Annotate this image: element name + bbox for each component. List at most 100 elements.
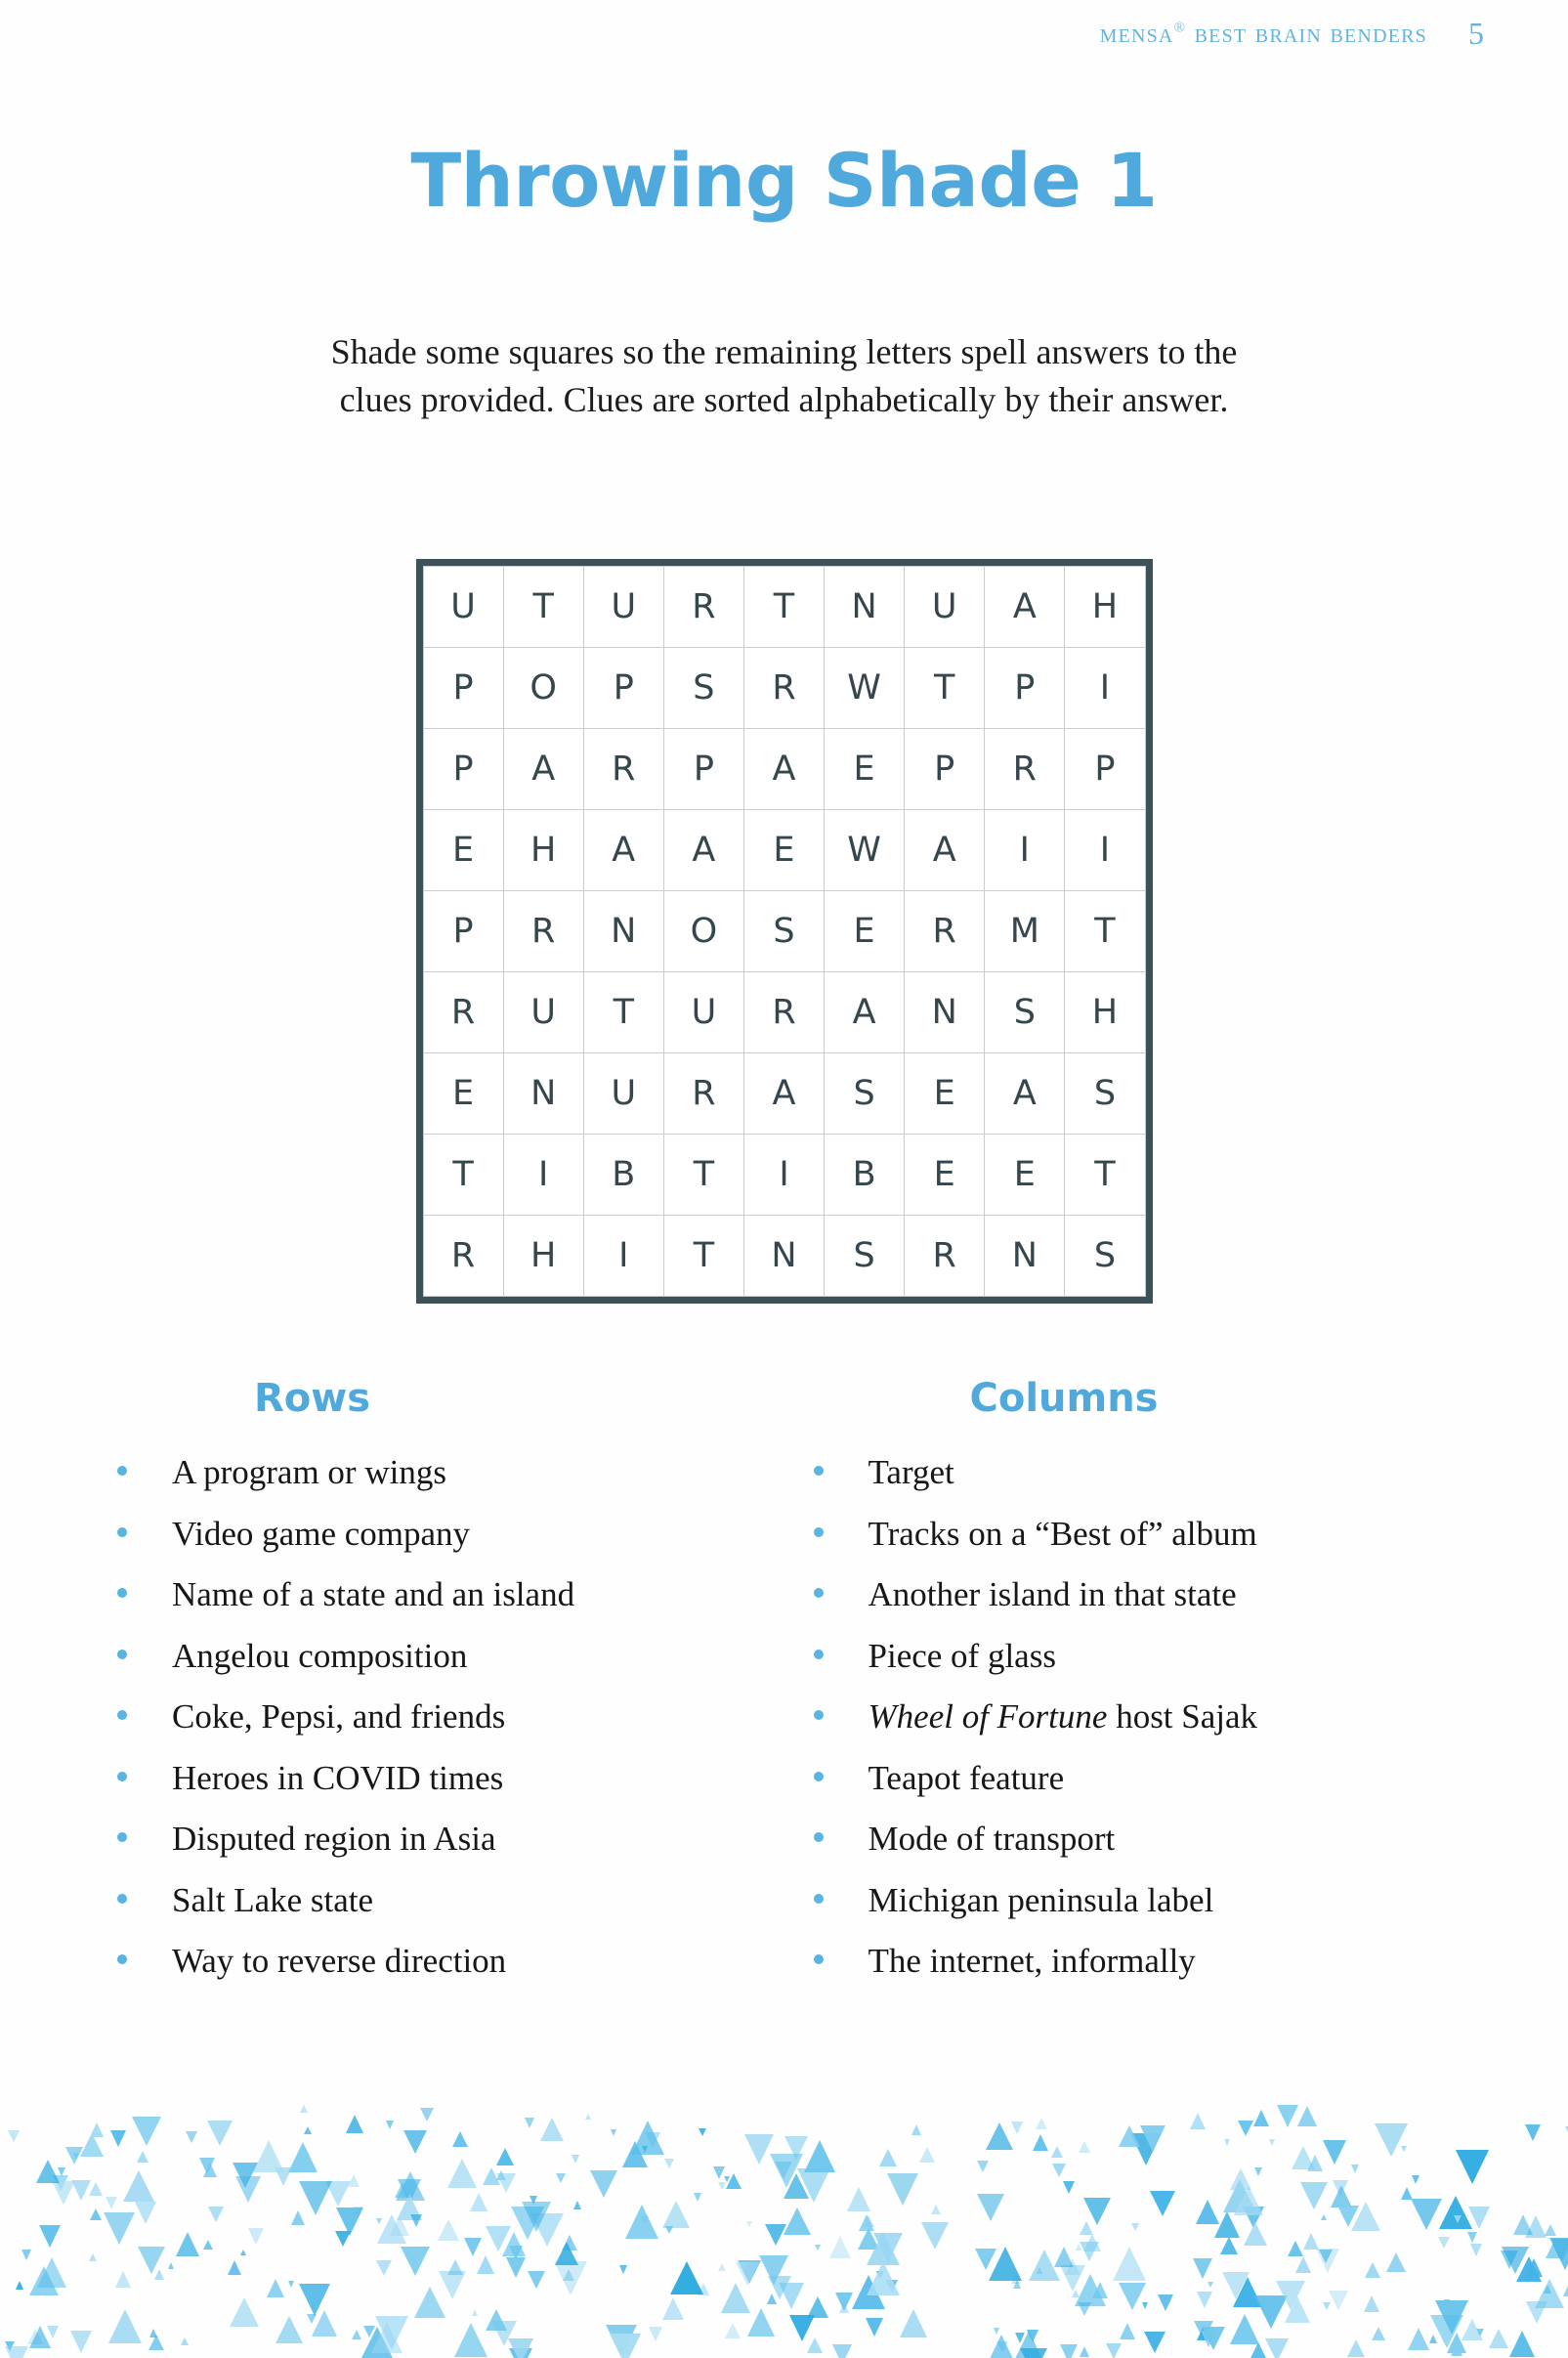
triangle-decoration: [524, 2118, 534, 2129]
triangle-decoration: [1562, 2286, 1568, 2297]
letter-grid[interactable]: UTURTNUAHPOPSRWTPIPARPAEPRPEHAAEWAIIPRNO…: [415, 559, 1153, 1304]
grid-cell[interactable]: H: [1065, 567, 1145, 647]
grid-cell[interactable]: E: [825, 891, 905, 971]
grid-cell[interactable]: H: [503, 1216, 583, 1296]
grid-cell[interactable]: U: [423, 567, 503, 647]
grid-cell[interactable]: O: [663, 891, 743, 971]
grid-cell[interactable]: R: [905, 1216, 985, 1296]
triangle-decoration: [522, 2201, 552, 2232]
grid-cell[interactable]: T: [663, 1135, 743, 1215]
triangle-decoration: [584, 2113, 591, 2120]
grid-cell[interactable]: R: [423, 1216, 503, 1296]
grid-cell[interactable]: S: [1065, 1053, 1145, 1134]
grid-cell[interactable]: P: [583, 648, 663, 728]
grid-cell[interactable]: S: [825, 1216, 905, 1296]
grid-cell[interactable]: N: [985, 1216, 1065, 1296]
grid-cell[interactable]: A: [503, 729, 583, 809]
grid-cell[interactable]: I: [1065, 810, 1145, 890]
grid-cell[interactable]: S: [1065, 1216, 1145, 1296]
grid-cell[interactable]: A: [743, 729, 825, 809]
triangle-decoration: [1253, 2110, 1270, 2127]
grid-cell[interactable]: P: [423, 729, 503, 809]
grid-cell[interactable]: R: [743, 972, 825, 1052]
grid-cell[interactable]: T: [503, 567, 583, 647]
grid-cell[interactable]: I: [1065, 648, 1145, 728]
grid-cell[interactable]: A: [583, 810, 663, 890]
grid-cell[interactable]: H: [503, 810, 583, 890]
grid-cell[interactable]: O: [503, 648, 583, 728]
grid-cell[interactable]: E: [985, 1135, 1065, 1215]
grid-cell[interactable]: P: [663, 729, 743, 809]
grid-cell[interactable]: A: [743, 1053, 825, 1134]
triangle-decoration: [1027, 2329, 1039, 2342]
grid-cell[interactable]: E: [905, 1135, 985, 1215]
grid-cell[interactable]: B: [583, 1135, 663, 1215]
grid-cell[interactable]: A: [825, 972, 905, 1052]
grid-cell[interactable]: E: [423, 810, 503, 890]
grid-cell[interactable]: R: [663, 567, 743, 647]
grid-cell[interactable]: I: [743, 1135, 825, 1215]
triangle-decoration: [371, 2322, 403, 2354]
grid-cell[interactable]: A: [905, 810, 985, 890]
grid-cell[interactable]: N: [905, 972, 985, 1052]
triangle-decoration: [770, 2153, 804, 2188]
grid-cell[interactable]: T: [1065, 891, 1145, 971]
triangle-decoration: [989, 2246, 1023, 2281]
grid-cell[interactable]: N: [583, 891, 663, 971]
triangle-decoration: [1525, 2123, 1542, 2141]
triangle-decoration: [1079, 2345, 1089, 2357]
grid-cell[interactable]: T: [583, 972, 663, 1052]
triangle-decoration: [746, 2220, 753, 2227]
triangle-decoration: [814, 2244, 821, 2251]
grid-cell[interactable]: N: [503, 1053, 583, 1134]
grid-cell[interactable]: U: [663, 972, 743, 1052]
grid-cell[interactable]: R: [663, 1053, 743, 1134]
grid-cell[interactable]: T: [423, 1135, 503, 1215]
grid-cell[interactable]: R: [583, 729, 663, 809]
grid-cell[interactable]: R: [905, 891, 985, 971]
grid-cell[interactable]: T: [1065, 1135, 1145, 1215]
grid-cell[interactable]: R: [503, 891, 583, 971]
triangle-decoration: [1350, 2165, 1359, 2174]
grid-cell[interactable]: H: [1065, 972, 1145, 1052]
grid-cell[interactable]: E: [825, 729, 905, 809]
grid-cell[interactable]: S: [985, 972, 1065, 1052]
grid-cell[interactable]: P: [423, 648, 503, 728]
grid-cell[interactable]: R: [423, 972, 503, 1052]
grid-cell[interactable]: I: [583, 1216, 663, 1296]
grid-cell[interactable]: E: [423, 1053, 503, 1134]
grid-cell[interactable]: N: [825, 567, 905, 647]
grid-cell[interactable]: S: [825, 1053, 905, 1134]
grid-cell[interactable]: T: [905, 648, 985, 728]
grid-cell[interactable]: N: [743, 1216, 825, 1296]
grid-cell[interactable]: P: [1065, 729, 1145, 809]
grid-cell[interactable]: I: [503, 1135, 583, 1215]
grid-cell[interactable]: M: [985, 891, 1065, 971]
grid-cell[interactable]: T: [743, 567, 825, 647]
grid-cell[interactable]: S: [663, 648, 743, 728]
grid-cell[interactable]: E: [905, 1053, 985, 1134]
grid-cell[interactable]: U: [905, 567, 985, 647]
triangle-decoration: [37, 2257, 67, 2289]
grid-cell[interactable]: B: [825, 1135, 905, 1215]
grid-cell[interactable]: U: [583, 567, 663, 647]
grid-cell[interactable]: P: [905, 729, 985, 809]
grid-cell[interactable]: U: [503, 972, 583, 1052]
grid-cell[interactable]: P: [423, 891, 503, 971]
bullet-icon: [117, 1588, 127, 1598]
grid-cell[interactable]: R: [985, 729, 1065, 809]
grid-cell[interactable]: R: [743, 648, 825, 728]
grid-cell[interactable]: A: [985, 1053, 1065, 1134]
grid-cell[interactable]: S: [743, 891, 825, 971]
triangle-decoration: [1254, 2167, 1263, 2177]
grid-cell[interactable]: E: [743, 810, 825, 890]
grid-cell[interactable]: A: [985, 567, 1065, 647]
grid-cell[interactable]: T: [663, 1216, 743, 1296]
instructions-text: Shade some squares so the remaining lett…: [330, 332, 1238, 419]
grid-cell[interactable]: U: [583, 1053, 663, 1134]
grid-cell[interactable]: A: [663, 810, 743, 890]
grid-cell[interactable]: W: [825, 810, 905, 890]
grid-cell[interactable]: I: [985, 810, 1065, 890]
grid-cell[interactable]: W: [825, 648, 905, 728]
grid-cell[interactable]: P: [985, 648, 1065, 728]
